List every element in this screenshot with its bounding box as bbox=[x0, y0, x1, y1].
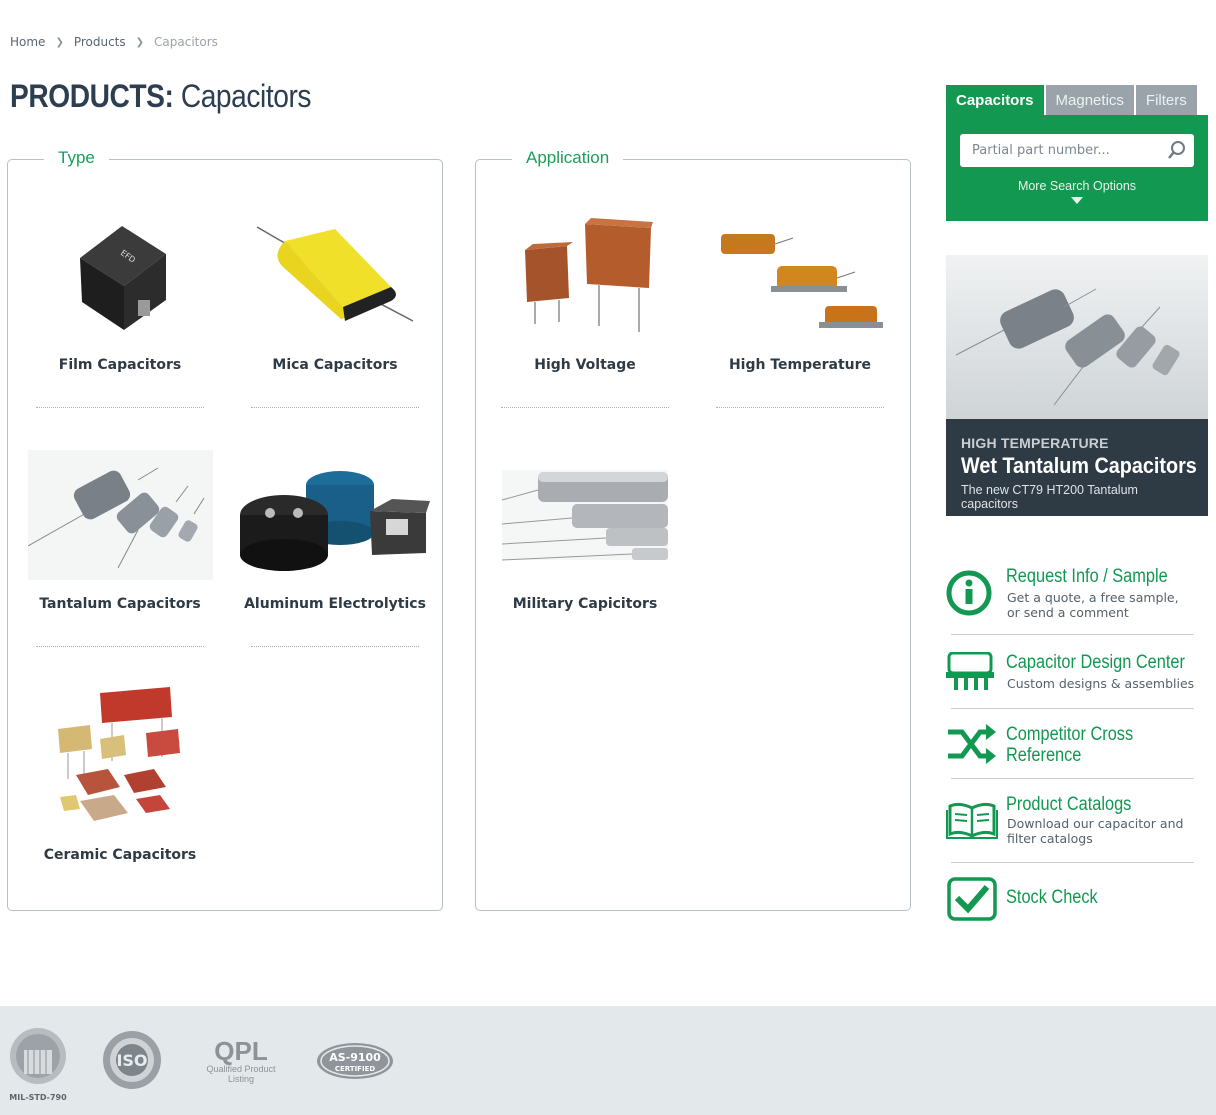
promo-banner[interactable]: HIGH TEMPERATURE Wet Tantalum Capacitors… bbox=[946, 255, 1208, 516]
ceramic-capacitor-image bbox=[25, 683, 215, 833]
part-number-search-input[interactable] bbox=[960, 134, 1194, 167]
link-title[interactable]: Product Catalogs bbox=[1006, 794, 1131, 815]
divider bbox=[951, 634, 1194, 635]
breadcrumb-current: Capacitors bbox=[154, 35, 218, 49]
design-center-icon bbox=[946, 651, 996, 696]
triangle-down-icon bbox=[1071, 197, 1083, 204]
high-temperature-capacitor-image bbox=[705, 208, 895, 343]
high-voltage-capacitor-image bbox=[490, 208, 680, 343]
search-icon[interactable] bbox=[1166, 139, 1188, 165]
product-label[interactable]: Mica Capacitors bbox=[240, 357, 430, 373]
divider bbox=[36, 407, 204, 408]
search-panel: More Search Options bbox=[946, 115, 1208, 221]
aluminum-electrolytic-image bbox=[240, 447, 430, 582]
promo-title[interactable]: Wet Tantalum Capacitors bbox=[961, 453, 1197, 479]
promo-text: HIGH TEMPERATURE Wet Tantalum Capacitors… bbox=[946, 419, 1208, 516]
link-title[interactable]: Request Info / Sample bbox=[1006, 566, 1168, 587]
product-label[interactable]: Military Capicitors bbox=[490, 596, 680, 612]
qpl-sub2: Listing bbox=[228, 1074, 254, 1084]
divider bbox=[716, 407, 884, 408]
mica-capacitor-image bbox=[240, 208, 430, 343]
link-desc: filter catalogs bbox=[1007, 831, 1093, 846]
product-catalogs-link[interactable]: Product Catalogs Download our capacitor … bbox=[946, 794, 1208, 854]
product-card-aluminum[interactable]: Aluminum Electrolytics bbox=[240, 447, 430, 647]
promo-subtitle: The new CT79 HT200 Tantalum capacitors bbox=[961, 483, 1138, 511]
book-icon bbox=[946, 800, 998, 844]
request-info-link[interactable]: Request Info / Sample Get a quote, a fre… bbox=[946, 566, 1208, 626]
tantalum-capacitor-image bbox=[25, 447, 215, 582]
link-desc: or send a comment bbox=[1007, 605, 1129, 620]
application-panel: Application High Voltage High Temperatur… bbox=[475, 148, 911, 911]
link-title[interactable]: Stock Check bbox=[1006, 887, 1098, 908]
divider bbox=[251, 407, 419, 408]
product-label[interactable]: High Temperature bbox=[705, 357, 895, 373]
divider bbox=[501, 407, 669, 408]
type-legend: Type bbox=[44, 148, 109, 168]
as9100-logo: AS-9100 CERTIFIED bbox=[316, 1042, 394, 1084]
product-card-high-temperature[interactable]: High Temperature bbox=[705, 208, 895, 408]
as9100-sub: CERTIFIED bbox=[335, 1065, 376, 1073]
search-tabs: Capacitors Magnetics Filters bbox=[946, 85, 1197, 115]
design-center-link[interactable]: Capacitor Design Center Custom designs &… bbox=[946, 651, 1208, 696]
breadcrumb-products[interactable]: Products bbox=[74, 35, 126, 49]
type-panel: Type EFD Film Capacitors Mica Capacitors… bbox=[7, 148, 443, 911]
link-desc: Get a quote, a free sample, bbox=[1007, 590, 1179, 605]
product-card-ceramic[interactable]: Ceramic Capacitors bbox=[25, 683, 215, 863]
product-label[interactable]: Ceramic Capacitors bbox=[25, 847, 215, 863]
product-card-military[interactable]: Military Capicitors bbox=[490, 447, 680, 612]
footer: MIL-STD-790 ISO QPL Qualified Product Li… bbox=[0, 1006, 1216, 1115]
product-card-high-voltage[interactable]: High Voltage bbox=[490, 208, 680, 408]
link-desc: Custom designs & assemblies bbox=[1007, 676, 1195, 691]
product-label[interactable]: Film Capacitors bbox=[25, 357, 215, 373]
mil-std-seal-logo: MIL-STD-790 bbox=[8, 1022, 68, 1106]
link-title-line2[interactable]: Reference bbox=[1006, 745, 1081, 766]
link-title[interactable]: Capacitor Design Center bbox=[1006, 652, 1185, 673]
iso-text: ISO bbox=[116, 1051, 147, 1070]
divider bbox=[251, 646, 419, 647]
iso-certified-logo: ISO bbox=[102, 1029, 162, 1095]
stock-check-link[interactable]: Stock Check bbox=[946, 876, 1208, 922]
divider bbox=[951, 778, 1194, 779]
breadcrumb-home[interactable]: Home bbox=[10, 35, 45, 49]
film-capacitor-image: EFD bbox=[25, 208, 215, 343]
more-search-options-label[interactable]: More Search Options bbox=[1018, 179, 1136, 193]
info-icon bbox=[946, 566, 994, 622]
application-legend: Application bbox=[512, 148, 624, 168]
link-title[interactable]: Competitor Cross bbox=[1006, 724, 1133, 745]
breadcrumb: Home ❯ Products ❯ Capacitors bbox=[10, 35, 218, 49]
mil-std-text: MIL-STD-790 bbox=[9, 1093, 67, 1102]
promo-kicker: HIGH TEMPERATURE bbox=[961, 435, 1109, 451]
tab-magnetics[interactable]: Magnetics bbox=[1045, 85, 1134, 115]
military-capacitor-image bbox=[490, 447, 680, 582]
product-label[interactable]: Tantalum Capacitors bbox=[25, 596, 215, 612]
product-card-tantalum[interactable]: Tantalum Capacitors bbox=[25, 447, 215, 647]
tab-filters[interactable]: Filters bbox=[1135, 85, 1197, 115]
qpl-sub1: Qualified Product bbox=[206, 1064, 276, 1074]
divider bbox=[36, 646, 204, 647]
qpl-logo: QPL Qualified Product Listing bbox=[204, 1036, 280, 1092]
product-card-film[interactable]: EFD Film Capacitors bbox=[25, 208, 215, 408]
qpl-text: QPL bbox=[214, 1036, 268, 1066]
page-title: PRODUCTS: Capacitors bbox=[10, 78, 311, 115]
page-title-light: Capacitors bbox=[180, 78, 312, 114]
product-label[interactable]: High Voltage bbox=[490, 357, 680, 373]
cross-reference-icon bbox=[946, 724, 998, 770]
product-card-mica[interactable]: Mica Capacitors bbox=[240, 208, 430, 408]
link-desc: Download our capacitor and bbox=[1007, 816, 1184, 831]
as9100-text: AS-9100 bbox=[329, 1051, 381, 1064]
checkmark-icon bbox=[946, 876, 998, 926]
tab-capacitors[interactable]: Capacitors bbox=[946, 85, 1044, 115]
cross-reference-link[interactable]: Competitor Cross Reference bbox=[946, 724, 1208, 768]
promo-image bbox=[946, 255, 1208, 419]
divider bbox=[951, 862, 1194, 863]
page-title-bold: PRODUCTS: bbox=[10, 78, 174, 114]
product-label[interactable]: Aluminum Electrolytics bbox=[240, 596, 430, 612]
chevron-right-icon: ❯ bbox=[135, 36, 145, 48]
more-search-options[interactable]: More Search Options bbox=[946, 179, 1208, 204]
chevron-right-icon: ❯ bbox=[55, 36, 64, 48]
divider bbox=[951, 708, 1194, 709]
